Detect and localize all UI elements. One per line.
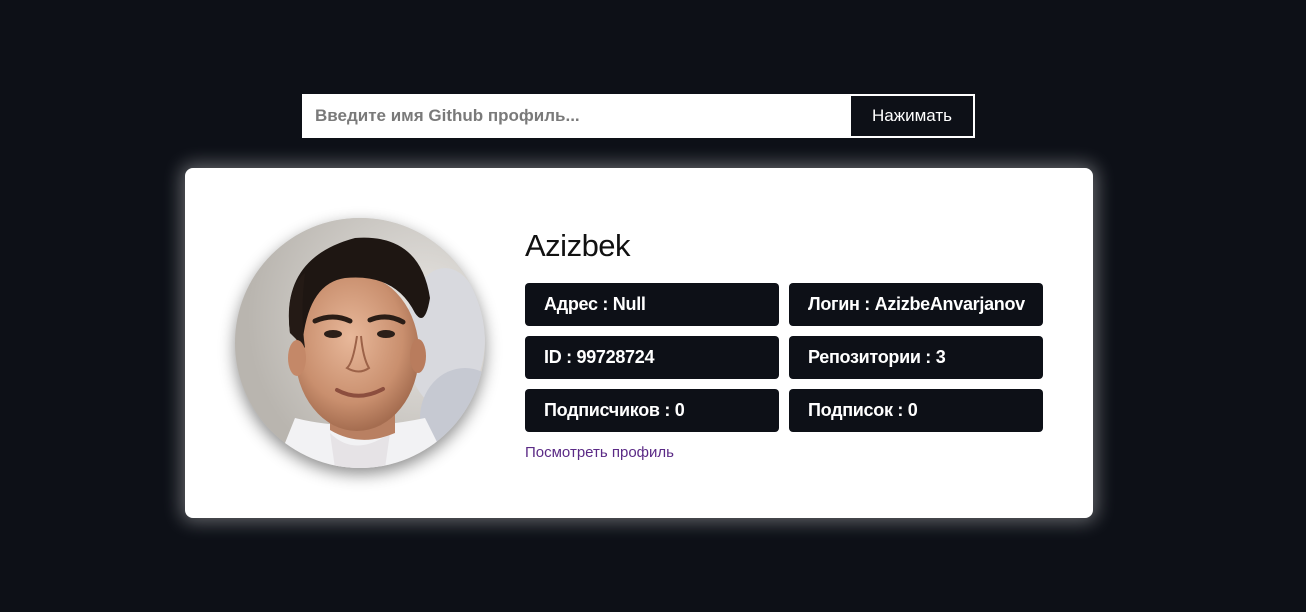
stats-grid: Адрес : Null Логин : AzizbeAnvarjanov ID… (525, 283, 1045, 432)
avatar-photo (235, 218, 485, 468)
stat-repositories: Репозитории : 3 (789, 336, 1043, 379)
search-button[interactable]: Нажимать (851, 96, 973, 136)
page: Нажимать (0, 0, 1306, 612)
profile-name: Azizbek (525, 228, 631, 263)
profile-info: Azizbek Адрес : Null Логин : AzizbeAnvar… (525, 226, 1045, 462)
search-input[interactable] (304, 96, 851, 136)
profile-card: Azizbek Адрес : Null Логин : AzizbeAnvar… (185, 168, 1093, 518)
avatar (235, 218, 485, 468)
stat-following: Подписок : 0 (789, 389, 1043, 432)
view-profile-link[interactable]: Посмотреть профиль (525, 444, 674, 461)
stat-login: Логин : AzizbeAnvarjanov (789, 283, 1043, 326)
stat-followers: Подписчиков : 0 (525, 389, 779, 432)
stat-address: Адрес : Null (525, 283, 779, 326)
search-bar: Нажимать (302, 94, 975, 138)
stat-id: ID : 99728724 (525, 336, 779, 379)
